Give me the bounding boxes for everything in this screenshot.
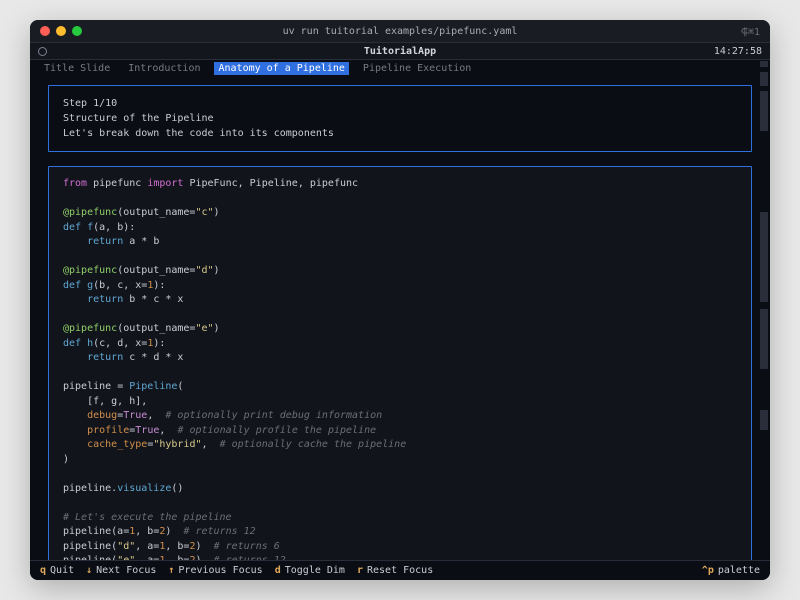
close-icon[interactable] — [40, 26, 50, 36]
step-counter: Step 1/10 — [63, 96, 737, 111]
code-block: from pipefunc import PipeFunc, Pipeline,… — [63, 177, 737, 560]
clock: 14:27:58 — [714, 46, 762, 57]
traffic-lights — [40, 26, 82, 36]
tab-anatomy-of-a-pipeline[interactable]: Anatomy of a Pipeline — [214, 62, 348, 75]
content: Step 1/10 Structure of the Pipeline Let'… — [30, 79, 770, 560]
footer-quit[interactable]: qQuit — [40, 565, 74, 576]
footer: qQuit ↓Next Focus ↑Previous Focus dToggle D… — [30, 560, 770, 580]
tab-pipeline-execution[interactable]: Pipeline Execution — [359, 62, 475, 75]
footer-palette[interactable]: ^ppalette — [702, 565, 760, 576]
window-title: uv run tuitorial examples/pipefunc.yaml — [30, 26, 770, 37]
app-window: uv run tuitorial examples/pipefunc.yaml … — [30, 20, 770, 580]
tab-introduction[interactable]: Introduction — [124, 62, 204, 75]
step-subtitle: Let's break down the code into its compo… — [63, 126, 737, 141]
minimap — [760, 60, 768, 558]
minimize-icon[interactable] — [56, 26, 66, 36]
app-header: TuitorialApp 14:27:58 — [30, 42, 770, 60]
header-left — [38, 47, 47, 56]
footer-reset-focus[interactable]: rReset Focus — [357, 565, 433, 576]
zoom-icon[interactable] — [72, 26, 82, 36]
footer-toggle-dim[interactable]: dToggle Dim — [275, 565, 345, 576]
titlebar: uv run tuitorial examples/pipefunc.yaml … — [30, 20, 770, 42]
app-name: TuitorialApp — [30, 46, 770, 57]
footer-previous-focus[interactable]: ↑Previous Focus — [168, 565, 262, 576]
status-icon — [38, 47, 47, 56]
step-panel: Step 1/10 Structure of the Pipeline Let'… — [48, 85, 752, 152]
tabs-row: Title Slide Introduction Anatomy of a Pipe… — [30, 60, 770, 79]
step-title: Structure of the Pipeline — [63, 111, 737, 126]
footer-next-focus[interactable]: ↓Next Focus — [86, 565, 156, 576]
tab-title-slide[interactable]: Title Slide — [40, 62, 114, 75]
window-badge: ⸿⌘1 — [741, 24, 760, 38]
code-panel: from pipefunc import PipeFunc, Pipeline,… — [48, 166, 752, 560]
